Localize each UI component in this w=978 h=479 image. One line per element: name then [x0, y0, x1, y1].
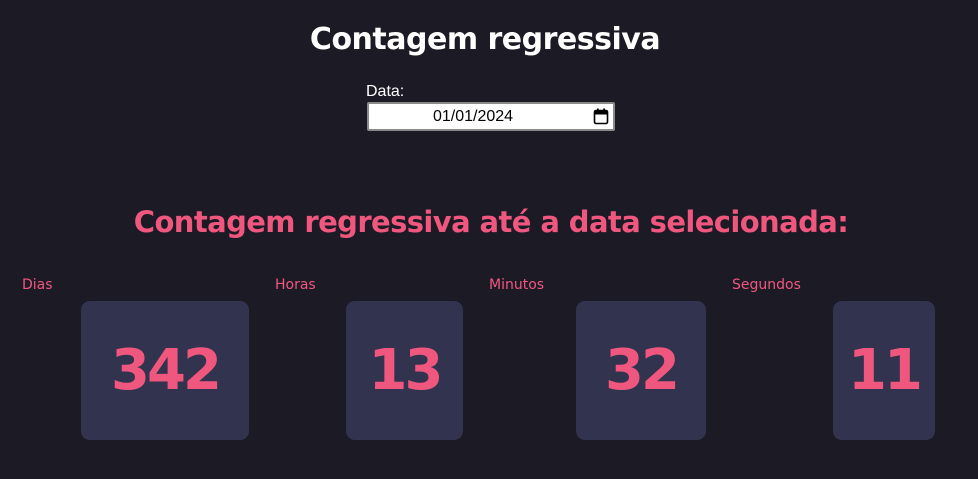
- days-label: Dias: [22, 277, 53, 293]
- page-title: Contagem regressiva: [309, 22, 661, 57]
- hours-value: 13: [346, 301, 463, 440]
- minutes-label: Minutos: [489, 277, 545, 293]
- date-input[interactable]: 01/01/2024: [367, 102, 615, 131]
- days-value: 342: [81, 301, 249, 440]
- countdown-heading: Contagem regressiva até a data seleciona…: [133, 205, 849, 239]
- hours-label: Horas: [275, 277, 316, 293]
- calendar-icon[interactable]: [593, 108, 609, 125]
- minutes-value: 32: [576, 301, 706, 440]
- seconds-label: Segundos: [732, 277, 801, 293]
- seconds-value: 11: [833, 301, 935, 440]
- date-label: Data:: [366, 83, 405, 100]
- date-value[interactable]: 01/01/2024: [433, 108, 513, 126]
